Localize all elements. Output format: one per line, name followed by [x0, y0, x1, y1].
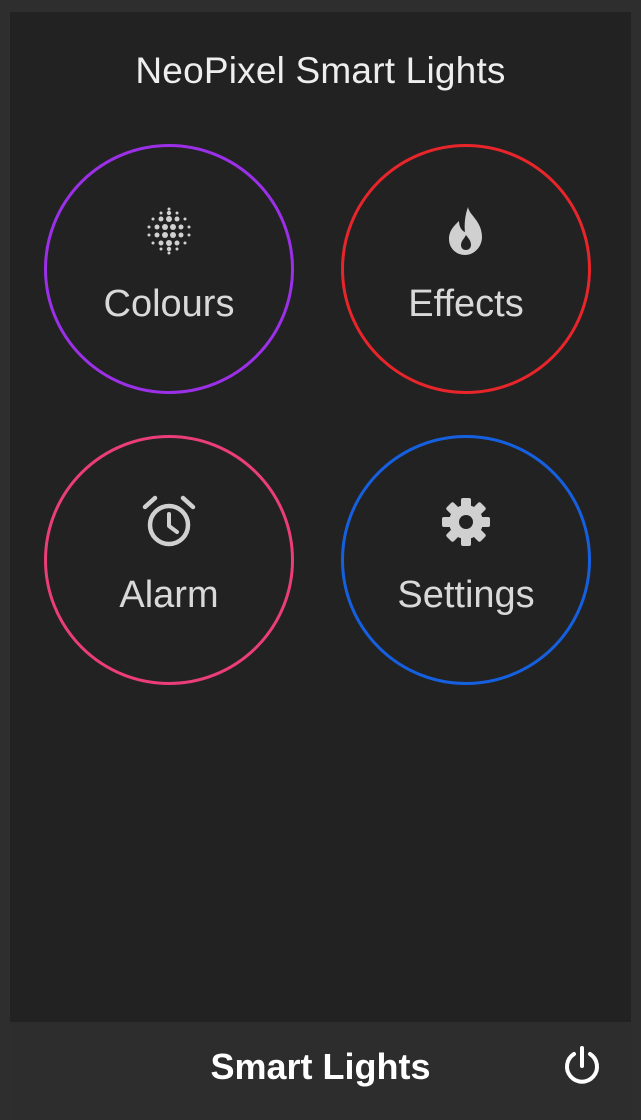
power-icon[interactable] [560, 1044, 604, 1088]
dot-grid-icon [147, 207, 191, 255]
settings-button[interactable]: Settings [341, 435, 591, 685]
gear-icon [442, 498, 490, 546]
effects-button[interactable]: Effects [341, 144, 591, 394]
effects-label: Effects [408, 283, 524, 325]
bottom-bar-title: Smart Lights [210, 1046, 431, 1087]
colours-label: Colours [103, 283, 235, 325]
app-screen: NeoPixel Smart Lights Colours Effects Al… [10, 12, 631, 1120]
alarm-label: Alarm [119, 574, 219, 616]
alarm-button[interactable]: Alarm [44, 435, 294, 685]
settings-label: Settings [397, 574, 535, 616]
colours-button[interactable]: Colours [44, 144, 294, 394]
bottom-app-bar: Smart Lights [10, 1022, 631, 1120]
page-title: NeoPixel Smart Lights [135, 50, 506, 91]
fire-icon [449, 207, 482, 255]
alarm-clock-icon [142, 495, 196, 547]
